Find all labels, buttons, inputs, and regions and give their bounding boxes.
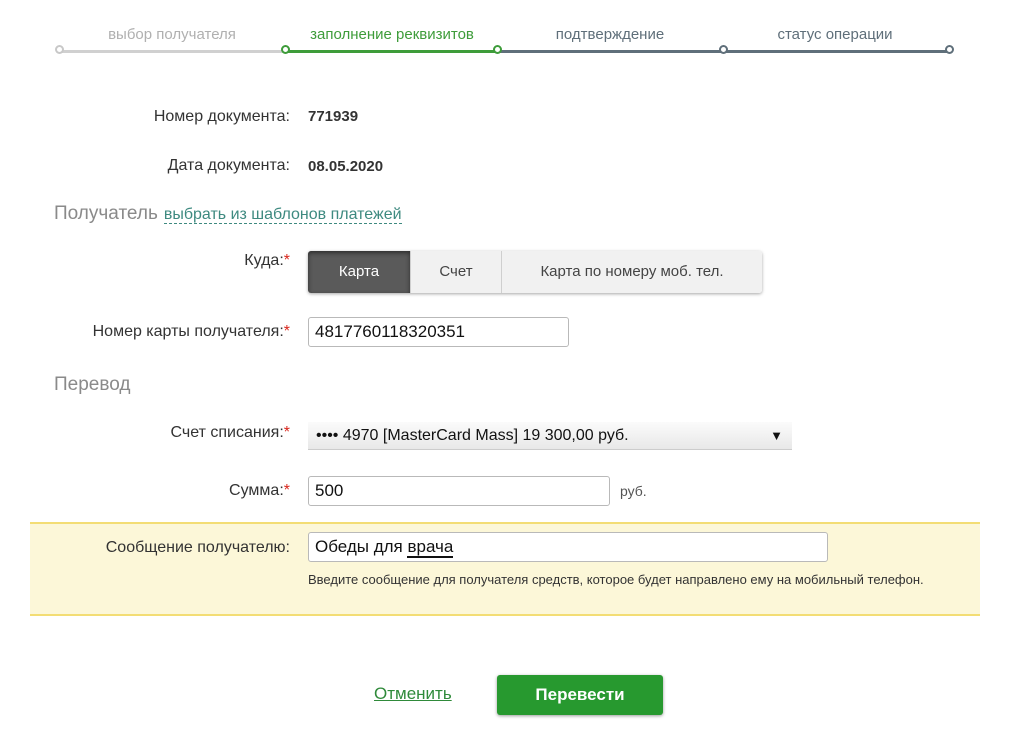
stepper-dot-2 [281, 45, 290, 54]
document-number-value: 771939 [308, 108, 359, 125]
choose-template-link[interactable]: выбрать из шаблонов платежей [163, 206, 402, 224]
transfer-button[interactable]: Перевести [497, 675, 663, 715]
stepper-line-active [286, 50, 498, 53]
cancel-link[interactable]: Отменить [374, 684, 452, 704]
step-fill-details: заполнение реквизитов [310, 26, 474, 43]
card-number-label: Номер карты получателя:* [93, 323, 290, 341]
destination-type-switch: Карта Счет Карта по номеру моб. тел. [308, 251, 762, 293]
dropdown-arrow-icon: ▼ [770, 428, 783, 443]
message-text-underlined-word: врача [407, 537, 454, 558]
required-mark: * [283, 482, 290, 499]
message-label: Сообщение получателю: [105, 539, 290, 556]
stepper-dot-5 [945, 45, 954, 54]
document-number-label: Номер документа: [153, 108, 290, 125]
step-choose-recipient: выбор получателя [108, 26, 236, 43]
message-text: Обеды для [315, 537, 408, 556]
document-date-value: 08.05.2020 [308, 158, 384, 175]
stepper-dot-4 [719, 45, 728, 54]
amount-label: Сумма:* [229, 482, 290, 500]
where-label-text: Куда: [244, 252, 284, 269]
destination-card-option[interactable]: Карта [308, 251, 411, 293]
stepper-line-done [60, 50, 286, 53]
amount-label-text: Сумма: [229, 482, 284, 499]
debit-account-label: Счет списания:* [171, 424, 290, 442]
required-mark: * [283, 424, 290, 441]
required-mark: * [283, 252, 290, 269]
debit-account-select[interactable]: •••• 4970 [MasterCard Mass] 19 300,00 ру… [308, 422, 792, 450]
amount-currency: руб. [620, 483, 647, 499]
progress-stepper: выбор получателя заполнение реквизитов п… [0, 0, 1024, 70]
where-label: Куда:* [244, 252, 290, 270]
debit-account-label-text: Счет списания: [170, 424, 284, 441]
destination-account-option[interactable]: Счет [411, 251, 502, 293]
step-operation-status: статус операции [777, 26, 893, 43]
step-confirmation: подтверждение [555, 26, 665, 43]
card-number-input[interactable]: 4817760118320351 [308, 317, 569, 347]
recipient-section-title: Получатель выбрать из шаблонов платежей [54, 203, 402, 225]
stepper-dot-1 [55, 45, 64, 54]
transfer-section-title: Перевод [54, 374, 131, 395]
amount-input[interactable]: 500 [308, 476, 610, 506]
required-mark: * [283, 323, 290, 340]
destination-phone-card-option[interactable]: Карта по номеру моб. тел. [502, 251, 762, 293]
document-date-label: Дата документа: [167, 157, 290, 174]
debit-account-value: •••• 4970 [MasterCard Mass] 19 300,00 ру… [316, 427, 629, 444]
card-number-label-text: Номер карты получателя: [92, 323, 284, 340]
stepper-dot-3 [493, 45, 502, 54]
recipient-title-text: Получатель [54, 203, 158, 224]
message-hint: Введите сообщение для получателя средств… [308, 572, 924, 587]
message-input[interactable]: Обеды для врача [308, 532, 828, 562]
